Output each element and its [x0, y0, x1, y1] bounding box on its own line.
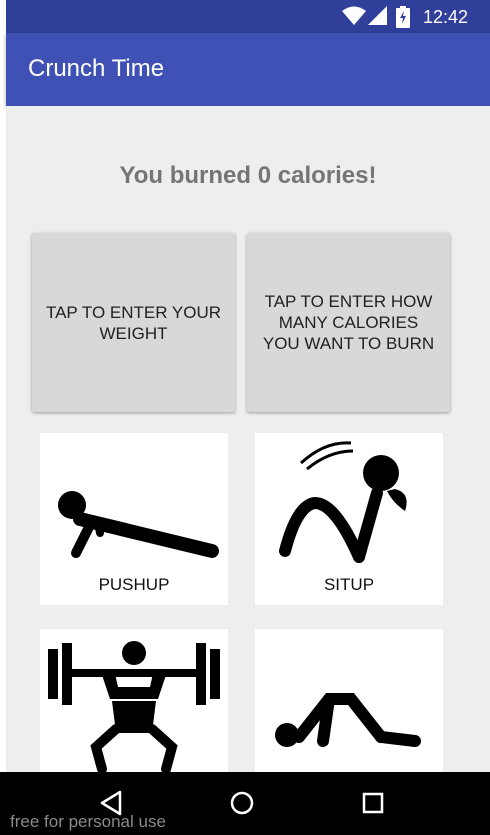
status-bar: 12:42 — [6, 0, 490, 33]
watermark: free for personal use — [10, 812, 166, 831]
situp-icon — [279, 441, 407, 563]
enter-calories-button[interactable]: TAP TO ENTER HOW MANY CALORIES YOU WANT … — [247, 233, 450, 412]
main-content[interactable]: You burned 0 calories! TAP TO ENTER YOUR… — [6, 106, 490, 772]
pushup-icon — [58, 491, 219, 558]
recents-icon[interactable] — [362, 790, 384, 816]
status-time: 12:42 — [422, 7, 468, 27]
exercise-card-pushup[interactable]: PUSHUP — [40, 433, 228, 605]
app-bar: Crunch Time — [6, 33, 490, 106]
exercise-card-squat[interactable] — [40, 629, 228, 772]
battery-icon — [396, 6, 410, 28]
exercise-label-situp: SITUP — [323, 575, 375, 594]
signal-icon — [368, 6, 387, 25]
app-title: Crunch Time — [28, 55, 165, 82]
exercise-label-pushup: PUSHUP — [98, 575, 170, 594]
squat-icon — [48, 641, 220, 772]
enter-calories-label: TAP TO ENTER HOW MANY CALORIES YOU WANT … — [262, 292, 435, 353]
bridge-icon — [275, 693, 421, 747]
wifi-icon — [342, 6, 366, 25]
enter-weight-button[interactable]: TAP TO ENTER YOUR WEIGHT — [32, 233, 235, 412]
home-icon[interactable] — [230, 790, 254, 816]
exercise-card-bridge[interactable] — [255, 629, 443, 772]
calories-burned-text: You burned 0 calories! — [119, 162, 377, 189]
exercise-card-situp[interactable]: SITUP — [255, 433, 443, 605]
enter-weight-label: TAP TO ENTER YOUR WEIGHT — [45, 302, 222, 343]
